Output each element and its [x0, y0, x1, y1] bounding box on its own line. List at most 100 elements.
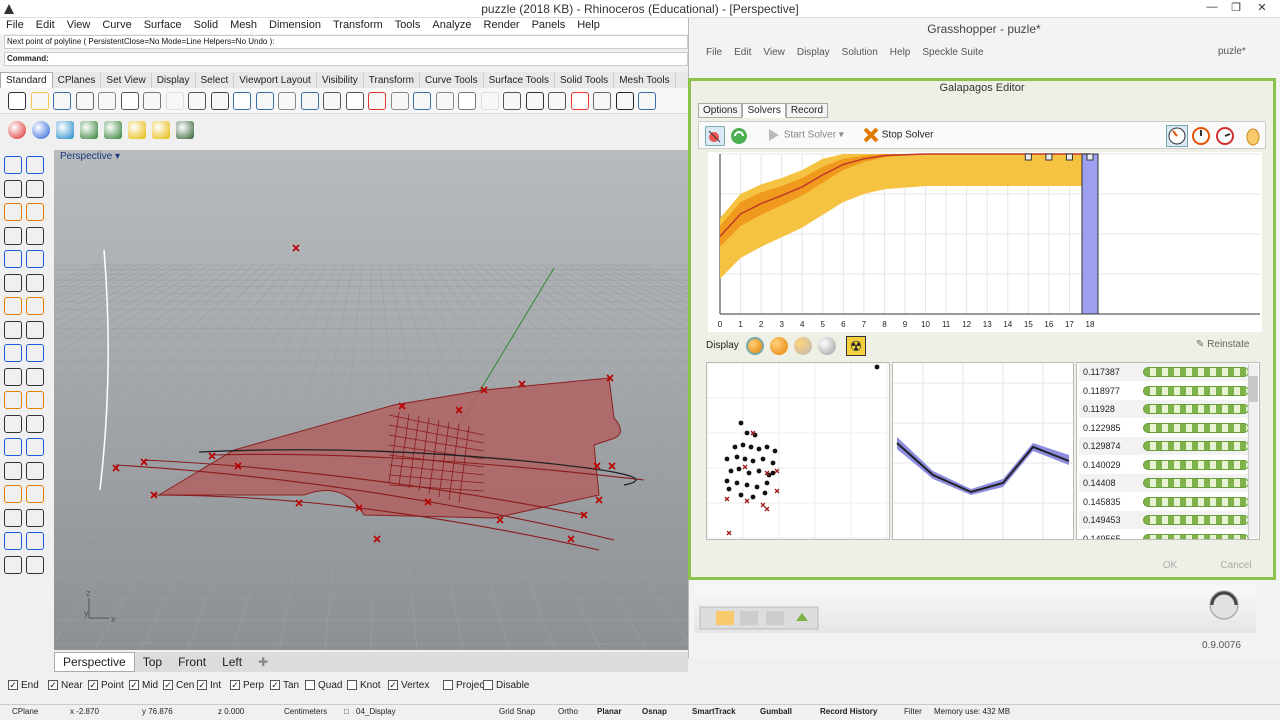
- toolbar-tool-13-icon[interactable]: [278, 92, 296, 110]
- menu-view[interactable]: View: [61, 18, 97, 33]
- toolbar-tool-4-icon[interactable]: [75, 92, 94, 110]
- left-tool-35-icon[interactable]: [4, 555, 22, 574]
- viewport-canvas[interactable]: zy x: [54, 150, 688, 650]
- left-tool-25-icon[interactable]: [4, 438, 22, 456]
- render-tool-1-icon[interactable]: [8, 121, 26, 139]
- toolbar-tool-22-icon[interactable]: [480, 92, 499, 110]
- menu-curve[interactable]: Curve: [96, 18, 137, 33]
- left-tool-31-icon[interactable]: [4, 508, 22, 527]
- record-history-toggle[interactable]: Record History: [820, 707, 877, 716]
- left-tool-4-icon[interactable]: [26, 179, 44, 198]
- left-tool-19-icon[interactable]: [4, 367, 22, 386]
- osnap-checkbox[interactable]: ✓: [270, 680, 280, 691]
- left-tool-5-icon[interactable]: [4, 203, 22, 221]
- osnap-vertex[interactable]: ✓ Vertex: [388, 680, 429, 691]
- left-tool-11-icon[interactable]: [4, 273, 22, 292]
- osnap-checkbox[interactable]: ✓: [230, 680, 240, 691]
- toolbar-tool-16-icon[interactable]: [345, 92, 364, 110]
- toolbar-tab-visibility[interactable]: Visibility: [317, 73, 364, 89]
- left-tool-28-icon[interactable]: [26, 461, 44, 480]
- toolbar-tab-cplanes[interactable]: CPlanes: [53, 73, 102, 89]
- parallel-coordinates[interactable]: [892, 362, 1074, 540]
- genome-map[interactable]: [706, 362, 890, 540]
- minimize-button[interactable]: —: [1202, 1, 1222, 17]
- left-tool-33-icon[interactable]: [4, 532, 22, 550]
- left-tool-7-icon[interactable]: [4, 226, 22, 245]
- ok-button[interactable]: OK: [1140, 558, 1200, 574]
- planar-toggle[interactable]: Planar: [597, 707, 621, 716]
- genome-row[interactable]: 0.145835: [1079, 493, 1249, 511]
- menu-solid[interactable]: Solid: [188, 18, 224, 33]
- render-tool-4-icon[interactable]: [80, 121, 98, 139]
- gauge-speed-icon[interactable]: [1191, 126, 1211, 149]
- toolbar-tool-3-icon[interactable]: [53, 92, 71, 110]
- render-tool-8-icon[interactable]: [176, 121, 194, 139]
- osnap-checkbox[interactable]: [347, 680, 357, 691]
- osnap-checkbox[interactable]: ✓: [8, 680, 18, 691]
- toolbar-tab-display[interactable]: Display: [152, 73, 196, 89]
- fitness-chart-svg[interactable]: 0 1 2 3 4 5 6 7 8 9 10 11 12 13 14 15 16 17 18: [708, 152, 1262, 332]
- gh-menu-help[interactable]: Help: [884, 47, 917, 58]
- left-tool-34-icon[interactable]: [26, 532, 44, 550]
- toolbar-tool-14-icon[interactable]: [300, 92, 319, 110]
- toolbar-tool-29-icon[interactable]: [638, 92, 656, 110]
- osnap-int[interactable]: ✓ Int: [197, 680, 221, 691]
- left-tool-27-icon[interactable]: [4, 461, 22, 480]
- left-tool-8-icon[interactable]: [26, 226, 44, 245]
- osnap-quad[interactable]: Quad: [305, 680, 342, 691]
- close-button[interactable]: ✕: [1252, 1, 1272, 17]
- menu-tools[interactable]: Tools: [389, 18, 427, 33]
- left-tool-17-icon[interactable]: [4, 344, 22, 362]
- genome-row[interactable]: 0.122985: [1079, 419, 1249, 437]
- display-genomes-icon[interactable]: [746, 337, 764, 355]
- viewport-title[interactable]: Perspective ▾: [60, 151, 120, 162]
- toolbar-tab-curve-tools[interactable]: Curve Tools: [420, 73, 484, 89]
- render-tool-3-icon[interactable]: [56, 121, 74, 139]
- osnap-checkbox[interactable]: ✓: [48, 680, 58, 691]
- genome-row[interactable]: 0.117387: [1079, 363, 1249, 381]
- left-tool-16-icon[interactable]: [26, 320, 44, 339]
- toolbar-tool-21-icon[interactable]: [458, 92, 476, 110]
- cancel-button[interactable]: Cancel: [1206, 558, 1266, 574]
- genome-row[interactable]: 0.149565: [1079, 530, 1249, 539]
- grasshopper-document-name[interactable]: puzle*: [1218, 46, 1246, 57]
- osnap-mid[interactable]: ✓ Mid: [129, 680, 158, 691]
- toolbar-tool-8-icon[interactable]: [165, 92, 184, 110]
- left-tool-1-icon[interactable]: [4, 156, 22, 174]
- left-tool-24-icon[interactable]: [26, 414, 44, 433]
- osnap-near[interactable]: ✓ Near: [48, 680, 83, 691]
- left-tool-6-icon[interactable]: [26, 203, 44, 221]
- osnap-checkbox[interactable]: ✓: [88, 680, 98, 691]
- left-tool-13-icon[interactable]: [4, 297, 22, 315]
- menu-transform[interactable]: Transform: [327, 18, 389, 33]
- left-tool-12-icon[interactable]: [26, 273, 44, 292]
- viewport-tab-left[interactable]: Left: [214, 653, 250, 671]
- left-tool-22-icon[interactable]: [26, 391, 44, 409]
- osnap-checkbox[interactable]: [443, 680, 453, 691]
- toolbar-tool-20-icon[interactable]: [435, 92, 454, 110]
- layer-swatch[interactable]: □: [344, 707, 349, 716]
- stop-solver-button[interactable]: Stop Solver: [863, 127, 933, 143]
- left-tool-36-icon[interactable]: [26, 555, 44, 574]
- toolbar-tool-19-icon[interactable]: [413, 92, 431, 110]
- genome-row[interactable]: 0.14408: [1079, 474, 1249, 492]
- toolbar-tool-10-icon[interactable]: [210, 92, 229, 110]
- toolbar-tool-7-icon[interactable]: [143, 92, 161, 110]
- annealing-solver-icon[interactable]: [729, 126, 749, 146]
- grid-snap-toggle[interactable]: Grid Snap: [499, 707, 535, 716]
- status-layer[interactable]: 04_Display: [356, 707, 396, 716]
- osnap-toggle[interactable]: Osnap: [642, 707, 667, 716]
- osnap-cen[interactable]: ✓ Cen: [163, 680, 194, 691]
- toolbar-tab-transform[interactable]: Transform: [364, 73, 420, 89]
- galapagos-tab-options[interactable]: Options: [698, 103, 743, 118]
- gh-menu-edit[interactable]: Edit: [728, 47, 757, 58]
- genome-row[interactable]: 0.129874: [1079, 437, 1249, 455]
- fitness-chart[interactable]: 0 1 2 3 4 5 6 7 8 9 10 11 12 13 14 15 16 17 18: [708, 152, 1262, 332]
- status-cplane[interactable]: CPlane: [12, 707, 38, 716]
- start-solver-button[interactable]: Start Solver ▾: [767, 128, 844, 142]
- evolution-solver-icon[interactable]: [705, 126, 725, 146]
- gauge-limit-icon[interactable]: [1215, 126, 1235, 149]
- gh-menu-speckle-suite[interactable]: Speckle Suite: [916, 47, 989, 58]
- menu-help[interactable]: Help: [571, 18, 606, 33]
- toolbar-tool-28-icon[interactable]: [615, 92, 634, 110]
